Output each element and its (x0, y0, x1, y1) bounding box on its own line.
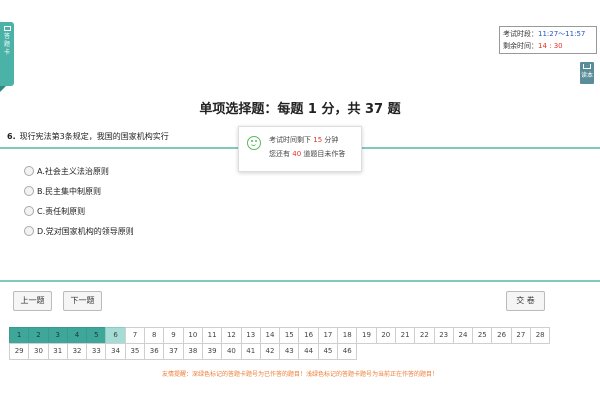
answer-card-cell[interactable]: 25 (472, 327, 493, 344)
answer-card-cell[interactable]: 30 (28, 343, 49, 360)
question-stem: 6. 现行宪法第3条规定，我国的国家机构实行 (7, 131, 169, 142)
option-a[interactable]: A.社会主义法治原则 (24, 161, 134, 181)
option-d-radio[interactable] (24, 226, 34, 236)
popup-unanswered-prefix: 您还有 (269, 150, 290, 158)
popup-time-prefix: 考试时间剩下 (269, 136, 311, 144)
grid-icon (3, 26, 11, 31)
answer-card-cell[interactable]: 14 (259, 327, 281, 344)
answer-card-cell[interactable]: 35 (124, 343, 146, 360)
answer-card-cell[interactable]: 43 (279, 343, 300, 360)
option-d-label: D.党对国家机构的领导原则 (37, 226, 134, 236)
answer-card-cell[interactable]: 36 (144, 343, 165, 360)
answer-card-cell[interactable]: 29 (9, 343, 30, 360)
answer-card-cell[interactable]: 13 (240, 327, 261, 344)
popup-time-suffix: 分钟 (324, 136, 339, 144)
answer-card-cell[interactable]: 44 (298, 343, 319, 360)
option-b-radio[interactable] (24, 186, 34, 196)
exam-period-label: 考试时段： (503, 30, 538, 38)
option-c[interactable]: C.责任制原则 (24, 201, 134, 221)
answer-card-row-2: 29 30 31 32 33 34 35 36 37 38 39 40 41 42 43 44 45 46 (9, 343, 579, 360)
divider-bottom (0, 280, 600, 282)
option-c-label: C.责任制原则 (37, 206, 86, 216)
answer-card-tab[interactable]: 答题卡 (0, 22, 14, 92)
remaining-time: 剩余时间：14 : 30 (503, 40, 593, 52)
answer-card-cell[interactable]: 39 (201, 343, 223, 360)
read-book-button[interactable]: 读本 (580, 62, 594, 84)
answer-card-cell[interactable]: 3 (47, 327, 68, 344)
book-icon (583, 64, 591, 69)
remaining-time-value: 14 : 30 (538, 42, 563, 50)
option-b[interactable]: B.民主集中制原则 (24, 181, 134, 201)
question-number: 6. (7, 132, 16, 141)
section-title: 单项选择题：每题 1 分，共 37 题 (199, 102, 401, 117)
remaining-time-label: 剩余时间： (503, 42, 538, 50)
answer-card-cell[interactable]: 17 (317, 327, 339, 344)
answer-card-cell[interactable]: 40 (221, 343, 242, 360)
answer-card-cell[interactable]: 32 (66, 343, 88, 360)
read-book-label: 读本 (580, 72, 593, 79)
answer-card-cell[interactable]: 6 (105, 327, 126, 344)
next-question-button[interactable]: 下一题 (63, 291, 102, 311)
exam-period-value: 11:27～11:57 (538, 30, 586, 38)
answer-card-cell[interactable]: 26 (491, 327, 512, 344)
answer-card-cell[interactable]: 18 (337, 327, 358, 344)
submit-exam-button[interactable]: 交 卷 (506, 291, 545, 311)
answer-card-cell[interactable]: 38 (182, 343, 203, 360)
answer-card-cell[interactable]: 22 (414, 327, 435, 344)
option-a-radio[interactable] (24, 166, 34, 176)
answer-card-cell[interactable]: 28 (530, 327, 551, 344)
answer-card-cell[interactable]: 31 (47, 343, 68, 360)
answer-card-cell[interactable]: 46 (337, 343, 358, 360)
answer-card-cell[interactable]: 10 (182, 327, 203, 344)
answer-card-cell[interactable]: 5 (86, 327, 107, 344)
option-d[interactable]: D.党对国家机构的领导原则 (24, 221, 134, 241)
popup-minutes-left: 15 (313, 136, 323, 144)
answer-card-grid: 1 2 3 4 5 6 7 8 9 10 11 12 13 14 15 16 17 18 19 20 21 22 23 24 2… (9, 327, 579, 360)
answer-card-cell[interactable]: 21 (394, 327, 416, 344)
answer-card-cell[interactable]: 8 (144, 327, 165, 344)
time-remaining-popup: 考试时间剩下 15 分钟 您还有 40 道题目未作答 (238, 126, 362, 172)
popup-unanswered-count: 40 (292, 150, 302, 158)
answer-card-cell[interactable]: 37 (163, 343, 184, 360)
answer-card-cell[interactable]: 23 (433, 327, 454, 344)
answer-card-cell[interactable]: 41 (240, 343, 261, 360)
popup-time-line: 考试时间剩下 15 分钟 (269, 133, 357, 147)
answer-card-cell[interactable]: 33 (86, 343, 107, 360)
answer-card-cell[interactable]: 4 (66, 327, 88, 344)
answer-card-cell[interactable]: 16 (298, 327, 319, 344)
popup-unanswered-suffix: 道题目未作答 (303, 150, 346, 158)
answer-card-cell[interactable]: 9 (163, 327, 184, 344)
answer-card-row-1: 1 2 3 4 5 6 7 8 9 10 11 12 13 14 15 16 17 18 19 20 21 22 23 24 2… (9, 327, 579, 344)
answer-card-cell[interactable]: 11 (201, 327, 223, 344)
answer-card-cell[interactable]: 34 (105, 343, 126, 360)
answer-card-cell[interactable]: 19 (356, 327, 377, 344)
option-b-label: B.民主集中制原则 (37, 186, 102, 196)
answer-card-cell[interactable]: 20 (375, 327, 396, 344)
tab-fold-corner (0, 86, 6, 92)
answer-card-cell[interactable]: 15 (279, 327, 300, 344)
options-list: A.社会主义法治原则 B.民主集中制原则 C.责任制原则 D.党对国家机构的领导… (24, 161, 134, 241)
question-text: 现行宪法第3条规定，我国的国家机构实行 (19, 132, 169, 141)
option-c-radio[interactable] (24, 206, 34, 216)
answer-card-cell[interactable]: 7 (124, 327, 146, 344)
smiley-icon (247, 136, 261, 150)
answer-card-cell[interactable]: 24 (452, 327, 474, 344)
friendly-reminder: 友情提醒：深绿色标记的答题卡题号为已作答的题目！浅绿色标记的答题卡题号为当前正在… (161, 371, 438, 378)
answer-card-cell[interactable]: 12 (221, 327, 242, 344)
answer-card-label: 答题卡 (3, 33, 10, 56)
prev-question-button[interactable]: 上一题 (13, 291, 52, 311)
answer-card-cell[interactable]: 27 (510, 327, 532, 344)
answer-card-cell[interactable]: 2 (28, 327, 49, 344)
exam-period: 考试时段：11:27～11:57 (503, 28, 593, 40)
exam-timer: 考试时段：11:27～11:57 剩余时间：14 : 30 (499, 26, 597, 54)
popup-unanswered-line: 您还有 40 道题目未作答 (269, 147, 357, 161)
option-a-label: A.社会主义法治原则 (37, 166, 109, 176)
answer-card-cell[interactable]: 1 (9, 327, 30, 344)
answer-card-cell[interactable]: 45 (317, 343, 339, 360)
answer-card-cell[interactable]: 42 (259, 343, 281, 360)
